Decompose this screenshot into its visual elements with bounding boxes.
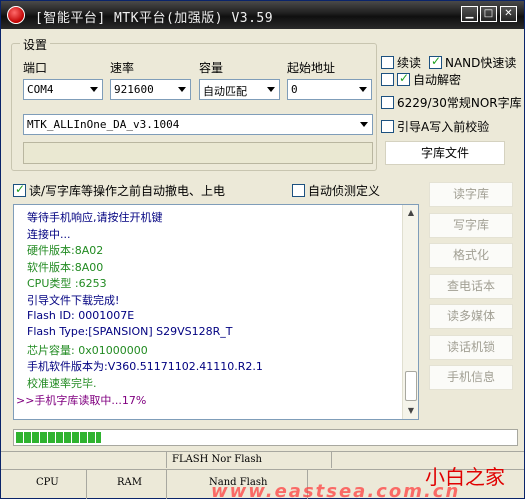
window-title: [智能平台] MTK平台(加强版) V3.59 <box>35 11 274 26</box>
auto-decrypt-label: 自动解密 <box>413 73 462 87</box>
start-addr-label: 起始地址 <box>287 61 336 75</box>
chevron-down-icon <box>359 87 367 92</box>
watermark-url: www.eastsea.com.cn <box>211 481 461 499</box>
log-line: 手机软件版本为:V360.51171102.41110.R2.1 <box>27 360 263 374</box>
scroll-down-icon[interactable]: ▼ <box>404 404 418 418</box>
log-panel[interactable]: 等待手机响应,请按住开机键 连接中... 硬件版本:8A02 软件版本:8A00 CPU… <box>13 204 419 420</box>
checkbox-box[interactable] <box>381 73 394 86</box>
capacity-value: 自动匹配 <box>203 85 247 98</box>
port-label: 端口 <box>23 61 48 75</box>
checkbox-box[interactable] <box>381 56 394 69</box>
log-line: 连接中... <box>27 227 71 241</box>
status-divider <box>331 452 332 468</box>
da-file-value: MTK_ALLInOne_DA_v3.1004 <box>27 118 180 131</box>
log-line: 等待手机响应,请按住开机键 <box>27 211 163 224</box>
log-line: Flash Type:[SPANSION] S29VS128R_T <box>27 325 233 339</box>
file-path-field <box>23 142 373 164</box>
chevron-down-icon <box>360 122 368 127</box>
log-line: 硬件版本:8A02 <box>27 244 104 258</box>
side-button[interactable]: 写字库 <box>429 212 513 238</box>
log-line: 校准速率完毕. <box>27 377 97 390</box>
start-addr-select[interactable]: 0 <box>287 79 372 100</box>
nor-lib-label: 6229/30常规NOR字库 <box>397 96 522 110</box>
scroll-thumb[interactable] <box>405 371 417 401</box>
log-scrollbar[interactable]: ▲ ▼ <box>402 205 418 419</box>
settings-legend: 设置 <box>20 36 51 53</box>
checkbox-box[interactable] <box>381 120 394 133</box>
progress-bar <box>13 429 518 446</box>
log-line: 引导文件下载完成! <box>27 294 120 307</box>
lib-file-button[interactable]: 字库文件 <box>385 141 505 165</box>
boot-verify-checkbox[interactable]: 引导A写入前校验 <box>381 118 489 135</box>
status-divider <box>166 470 167 499</box>
chevron-down-icon <box>90 87 98 92</box>
auto-detect-label: 自动侦测定义 <box>308 184 381 198</box>
checkbox-box-checked[interactable] <box>397 71 410 86</box>
log-line: >>手机字库读取中...17% <box>16 393 147 407</box>
baud-label: 速率 <box>110 61 135 75</box>
log-line: 芯片容量: 0x01000000 <box>27 343 148 357</box>
status-divider <box>86 470 87 499</box>
scroll-up-icon[interactable]: ▲ <box>404 206 418 220</box>
continue-read-label: 续读 <box>397 56 422 70</box>
checkbox-box-checked[interactable] <box>429 54 442 69</box>
checkbox-box-checked[interactable] <box>13 182 26 197</box>
da-file-select[interactable]: MTK_ALLInOne_DA_v3.1004 <box>23 114 373 135</box>
capacity-label: 容量 <box>199 61 224 75</box>
baud-select[interactable]: 921600 <box>110 79 191 100</box>
app-logo-icon <box>7 6 25 24</box>
chevron-down-icon <box>267 87 275 92</box>
start-addr-value: 0 <box>291 83 298 96</box>
flash-info-status: FLASH Nor Flash <box>172 454 262 465</box>
side-button[interactable]: 查电话本 <box>429 273 513 299</box>
status-divider <box>166 452 167 468</box>
port-value: COM4 <box>27 83 54 96</box>
main-window: [智能平台] MTK平台(加强版) V3.59 ▁ □ ✕ 设置 端口 速率 容… <box>0 0 525 499</box>
checkbox-box[interactable] <box>381 96 394 109</box>
auto-detect-checkbox[interactable]: 自动侦测定义 <box>292 182 380 199</box>
close-button[interactable]: ✕ <box>500 6 517 22</box>
capacity-select[interactable]: 自动匹配 <box>199 79 280 100</box>
status-divider <box>1 451 524 452</box>
auto-decrypt-checkbox[interactable]: 自动解密 <box>381 71 461 88</box>
chevron-down-icon <box>178 87 186 92</box>
nand-fast-read-label: NAND快速读 <box>445 56 517 70</box>
minimize-button[interactable]: ▁ <box>461 6 478 22</box>
baud-value: 921600 <box>114 83 154 96</box>
nor-lib-checkbox[interactable]: 6229/30常规NOR字库 <box>381 94 522 111</box>
nand-fast-read-checkbox[interactable]: NAND快速读 <box>429 54 516 71</box>
log-line: 软件版本:8A00 <box>27 260 104 274</box>
auto-battery-checkbox[interactable]: 读/写字库等操作之前自动撤电、上电 <box>13 182 225 199</box>
checkbox-box[interactable] <box>292 184 305 197</box>
continue-read-checkbox[interactable]: 续读 <box>381 54 421 71</box>
boot-verify-label: 引导A写入前校验 <box>397 120 490 134</box>
side-button[interactable]: 格式化 <box>429 243 513 268</box>
progress-fill <box>16 432 101 443</box>
maximize-button[interactable]: □ <box>480 6 497 22</box>
title-bar[interactable]: [智能平台] MTK平台(加强版) V3.59 ▁ □ ✕ <box>1 1 524 29</box>
cpu-status: CPU <box>36 477 59 488</box>
side-button[interactable]: 手机信息 <box>429 365 513 390</box>
port-select[interactable]: COM4 <box>23 79 103 100</box>
log-line: Flash ID: 0001007E <box>27 308 135 322</box>
auto-battery-label: 读/写字库等操作之前自动撤电、上电 <box>29 184 226 198</box>
side-button[interactable]: 读字库 <box>429 182 513 207</box>
ram-status: RAM <box>117 477 142 488</box>
side-button[interactable]: 读多媒体 <box>429 304 513 329</box>
side-button[interactable]: 读话机锁 <box>429 334 513 360</box>
log-line: CPU类型 :6253 <box>27 277 107 291</box>
